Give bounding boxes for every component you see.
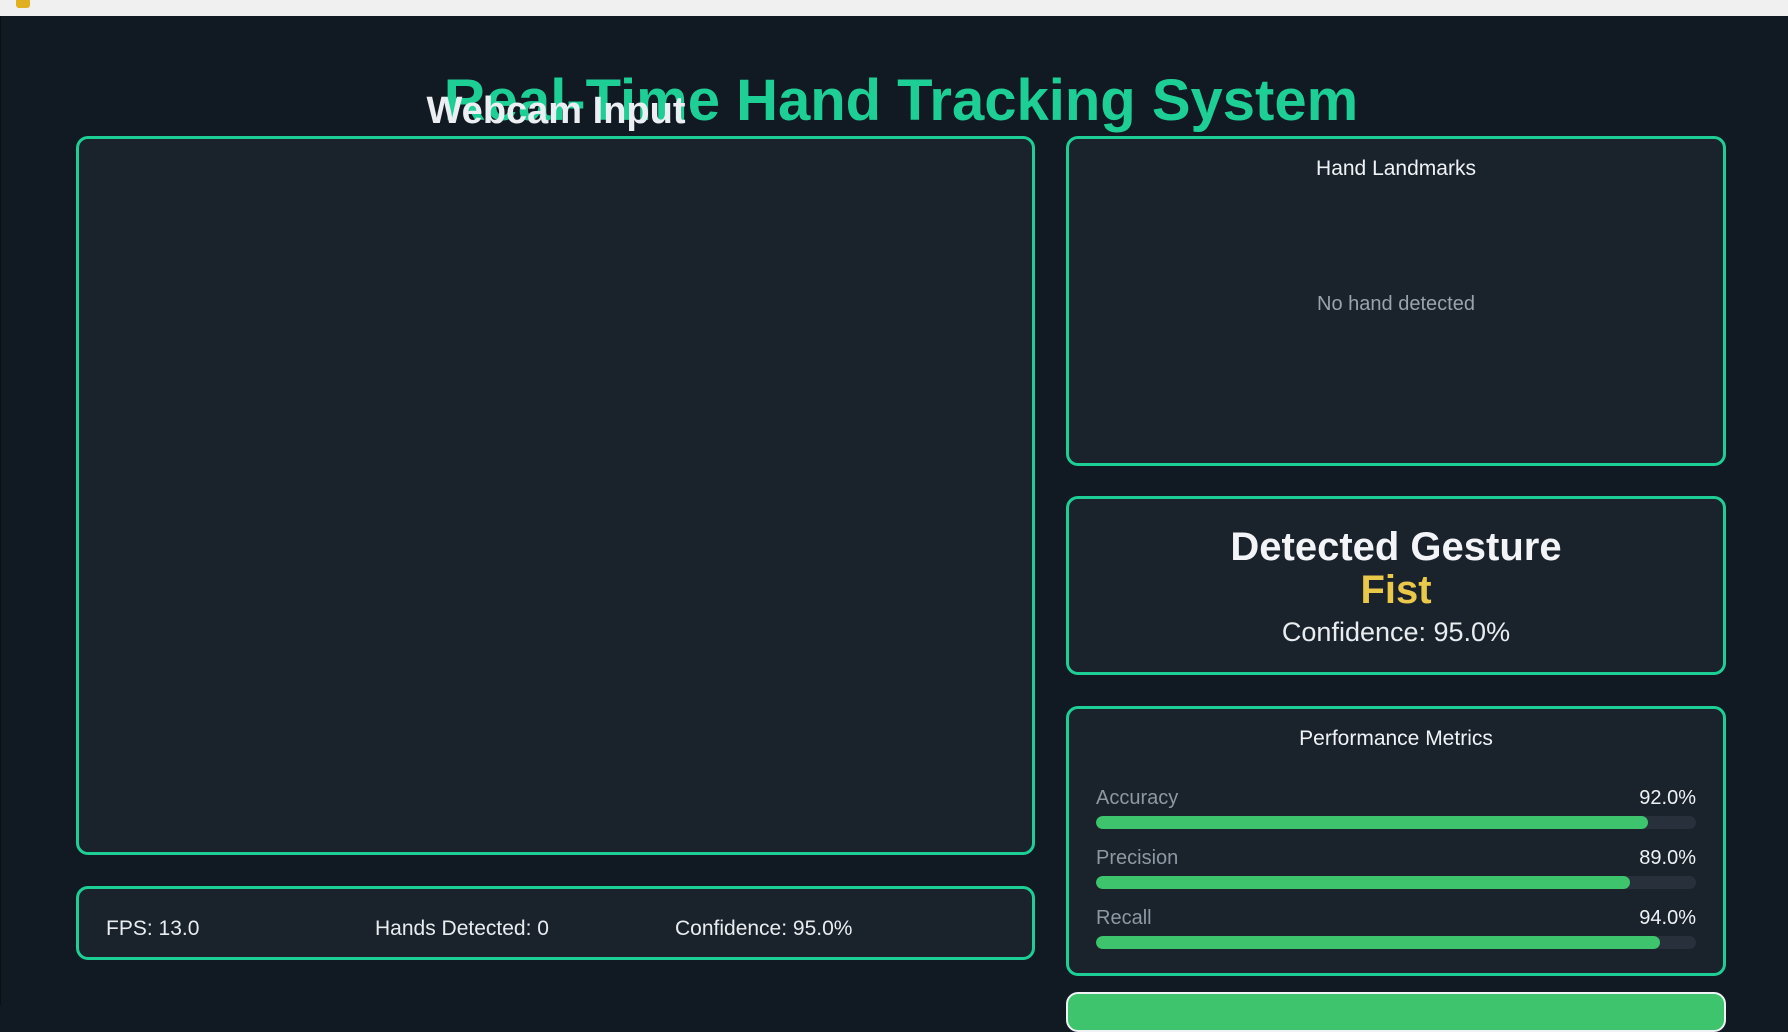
metric-label: Precision (1096, 847, 1179, 869)
gesture-panel: Detected Gesture Fist Confidence: 95.0% (1066, 496, 1726, 675)
hand-landmarks-title: Hand Landmarks (1316, 157, 1476, 180)
no-hand-message: No hand detected (1317, 293, 1475, 315)
metric-progress-fill (1096, 936, 1660, 949)
metric-recall: Recall 94.0% (1096, 906, 1696, 958)
metric-progress-fill (1096, 876, 1630, 889)
webcam-feed (76, 136, 1035, 855)
fps-readout: FPS: 13.0 (106, 917, 200, 940)
performance-metrics-title: Performance Metrics (1299, 727, 1493, 750)
metric-value: 92.0% (1639, 787, 1696, 809)
performance-metrics-panel: Performance Metrics Accuracy 92.0% Preci… (1066, 706, 1726, 976)
metric-progress-bar (1096, 936, 1696, 949)
stats-bar: FPS: 13.0 Hands Detected: 0 Confidence: … (76, 886, 1035, 960)
gesture-confidence: Confidence: 95.0% (1281, 617, 1511, 647)
gesture-heading: Detected Gesture (1230, 525, 1562, 569)
hand-landmarks-panel: Hand Landmarks No hand detected (1066, 136, 1726, 466)
gesture-name: Fist (1360, 568, 1432, 612)
metric-label: Recall (1096, 907, 1152, 929)
hands-detected-readout: Hands Detected: 0 (375, 917, 549, 940)
confidence-readout: Confidence: 95.0% (675, 917, 853, 940)
app-icon (16, 0, 30, 8)
metric-value: 89.0% (1639, 847, 1696, 869)
metric-accuracy: Accuracy 92.0% (1096, 786, 1696, 838)
metric-value: 94.0% (1639, 907, 1696, 929)
action-button[interactable] (1066, 992, 1726, 1032)
metric-precision: Precision 89.0% (1096, 846, 1696, 898)
metric-progress-bar (1096, 816, 1696, 829)
metric-progress-fill (1096, 816, 1648, 829)
window-titlebar (0, 0, 1788, 17)
webcam-title: Webcam Input (426, 90, 686, 132)
metric-label: Accuracy (1096, 787, 1179, 809)
metric-progress-bar (1096, 876, 1696, 889)
